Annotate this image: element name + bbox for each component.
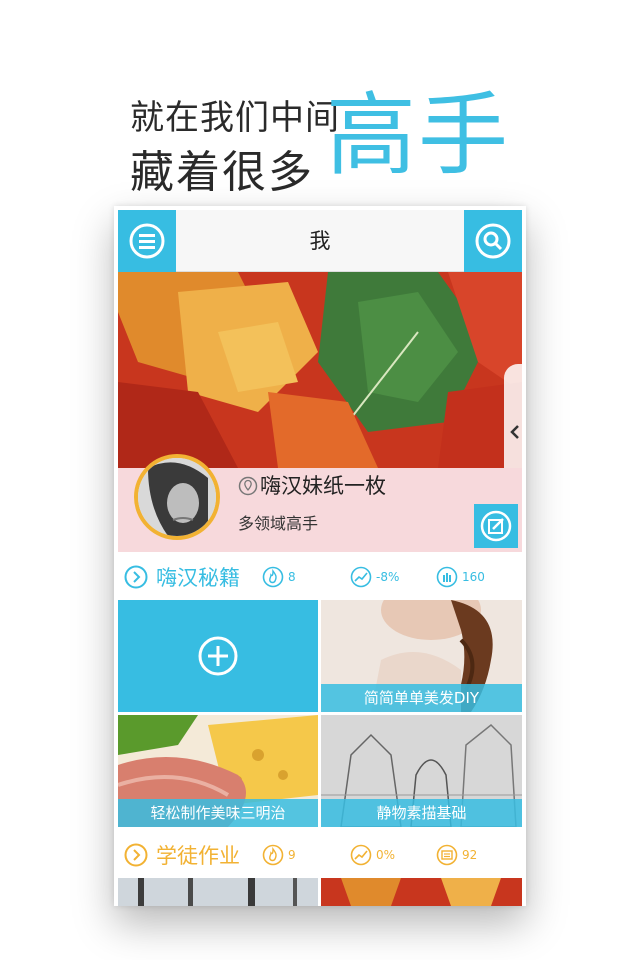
card-caption: 静物素描基础: [321, 799, 522, 827]
trend-icon: [350, 566, 372, 588]
phone-frame: 我 嗨汉妹纸一枚 多领域高手 嗨汉秘籍 8 -8% 160 简简单单美发DIY …: [114, 206, 526, 906]
card-winter-trees[interactable]: [118, 878, 318, 906]
menu-button[interactable]: [118, 210, 176, 272]
search-button[interactable]: [464, 210, 522, 272]
menu-icon: [129, 223, 165, 259]
top-bar: 我: [118, 210, 522, 272]
stat-score-value: 92: [462, 848, 478, 862]
page-title: 我: [309, 229, 331, 253]
search-icon: [475, 223, 511, 259]
trend-icon: [350, 844, 372, 866]
card-still-life[interactable]: 静物素描基础: [321, 715, 522, 827]
flame-icon: [262, 566, 284, 588]
edit-profile-button[interactable]: [474, 504, 518, 548]
section-secrets: 嗨汉秘籍 8 -8% 160: [118, 552, 522, 600]
flame-icon: [262, 844, 284, 866]
stat-score: 92: [436, 844, 477, 866]
stat-trend: -8%: [350, 566, 399, 588]
stat-hot: 8: [262, 566, 296, 588]
secrets-link[interactable]: 嗨汉秘籍: [124, 562, 240, 592]
stat-hot-value: 9: [288, 848, 296, 862]
add-item-button[interactable]: [118, 600, 318, 712]
arrow-circle-icon: [124, 565, 148, 589]
edit-icon: [480, 510, 512, 542]
homework-label: 学徒作业: [156, 844, 240, 868]
card-autumn-leaves[interactable]: [321, 878, 522, 906]
stat-hot-value: 8: [288, 570, 296, 584]
card-caption: 简简单单美发DIY: [321, 684, 522, 712]
headline-line1: 就在我们中间: [130, 98, 340, 138]
stat-people: 160: [436, 566, 485, 588]
user-title: 多领域高手: [238, 514, 319, 533]
location-pin-icon: [238, 476, 258, 496]
secrets-label: 嗨汉秘籍: [156, 566, 240, 590]
homework-link[interactable]: 学徒作业: [124, 840, 240, 870]
headline-line2: 藏着很多: [130, 147, 314, 198]
username: 嗨汉妹纸一枚: [260, 474, 386, 498]
stat-trend-value: 0%: [376, 848, 396, 862]
section-homework: 学徒作业 9 0% 92: [118, 830, 522, 878]
stat-people-value: 160: [462, 570, 485, 584]
card-sandwich[interactable]: 轻松制作美味三明治: [118, 715, 318, 827]
arrow-circle-icon: [124, 843, 148, 867]
headline-accent: 高手: [326, 83, 510, 188]
cover-image: [118, 272, 522, 468]
people-icon: [436, 566, 458, 588]
slide-handle[interactable]: [504, 364, 522, 468]
stat-hot: 9: [262, 844, 296, 866]
stat-trend: 0%: [350, 844, 395, 866]
score-icon: [436, 844, 458, 866]
card-caption: 轻松制作美味三明治: [118, 799, 318, 827]
promo-headline: 就在我们中间 藏着很多 高手: [130, 83, 550, 199]
stat-trend-value: -8%: [376, 570, 400, 584]
card-hair-diy[interactable]: 简简单单美发DIY: [321, 600, 522, 712]
avatar[interactable]: [134, 454, 220, 540]
chevron-left-icon: [510, 425, 519, 439]
plus-circle-icon: [198, 636, 238, 676]
